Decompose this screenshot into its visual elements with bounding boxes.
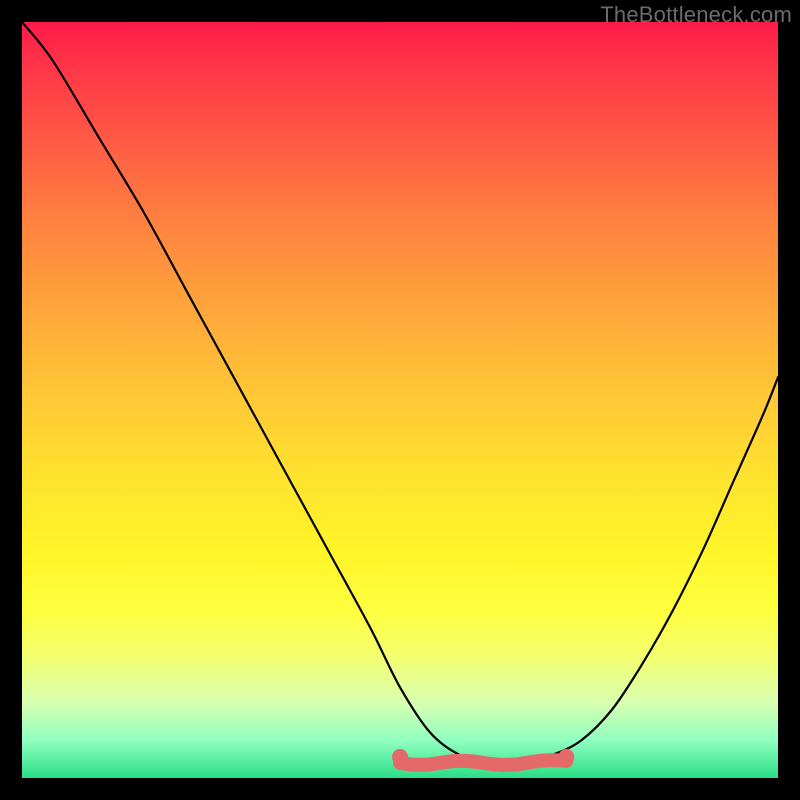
optimal-region-markers — [392, 749, 574, 765]
chart-overlay — [22, 22, 778, 778]
marker-dot — [558, 749, 574, 765]
marker-flat-segment — [400, 760, 566, 765]
bottleneck-curve — [22, 22, 778, 764]
